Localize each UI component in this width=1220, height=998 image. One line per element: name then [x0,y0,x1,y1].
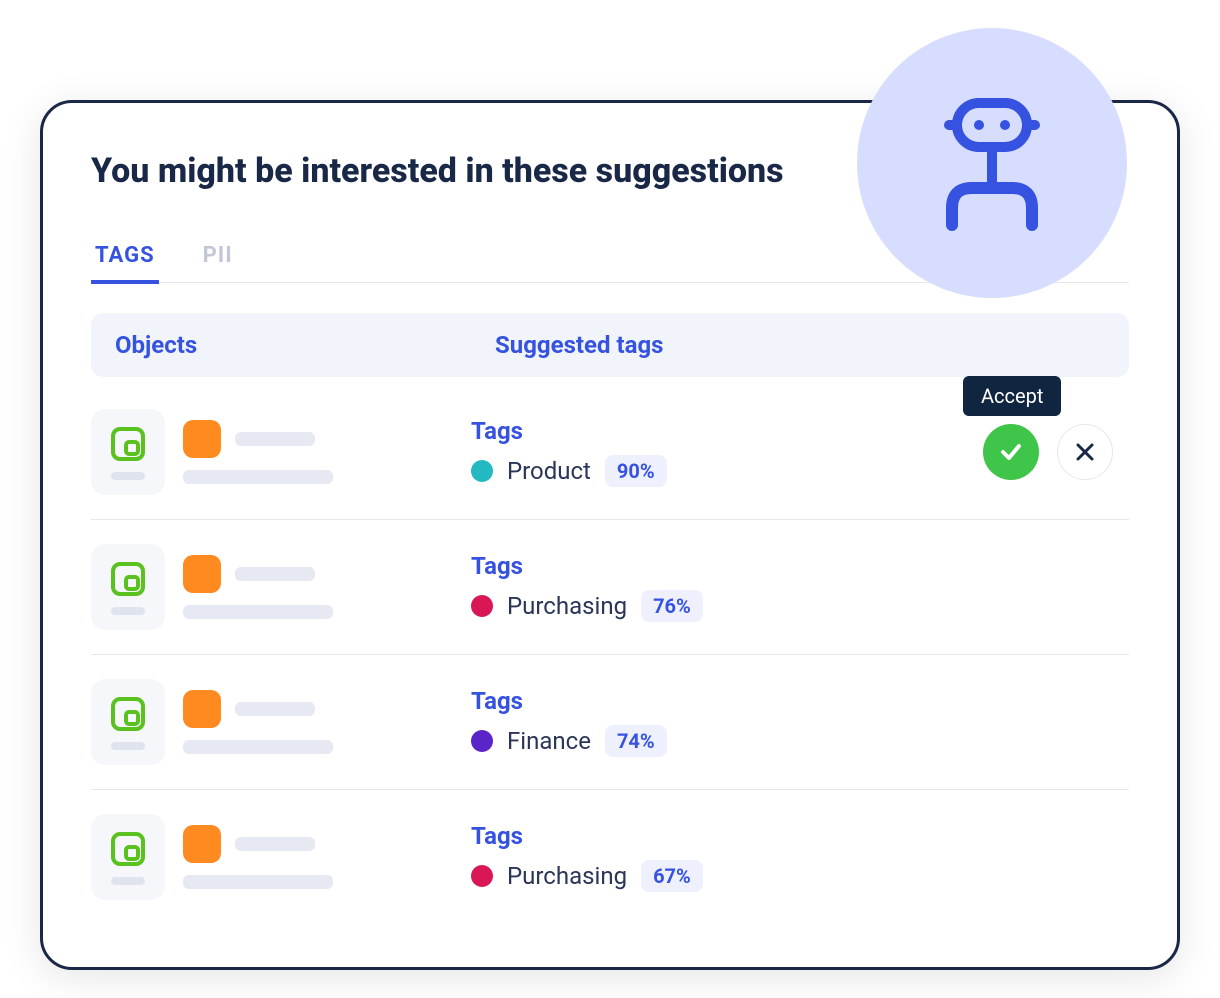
suggestions-card: You might be interested in these suggest… [40,100,1180,970]
tag-percent: 90% [605,455,667,487]
tags-label: Tags [471,687,1129,715]
placeholder-text [235,567,315,581]
placeholder-text [183,470,333,484]
placeholder-text [183,605,333,619]
object-cell [91,679,471,765]
object-cell [91,409,471,495]
object-meta [183,825,333,889]
object-color-square [183,420,221,458]
tag-name: Product [507,457,591,485]
object-color-square [183,825,221,863]
table-row: TagsProduct90%Accept [91,385,1129,520]
object-cell [91,814,471,900]
object-meta [183,555,333,619]
object-color-square [183,690,221,728]
placeholder-text [235,702,315,716]
tab-tags[interactable]: TAGS [91,231,159,284]
tag-dot [471,595,493,617]
close-icon [1074,441,1096,463]
tags-label: Tags [471,822,1129,850]
tag-percent: 74% [605,725,667,757]
robot-badge [857,28,1127,298]
tag-name: Purchasing [507,862,627,890]
tag-dot [471,865,493,887]
table-row: Tags Purchasing 67% [91,790,1129,924]
object-type-icon [91,544,165,630]
tags-cell: Tags Purchasing 67% [471,822,1129,892]
accept-button[interactable]: Accept [983,424,1039,480]
robot-icon [927,93,1057,233]
row-actions: Accept [983,424,1113,480]
placeholder-text [235,837,315,851]
object-color-square [183,555,221,593]
th-objects: Objects [115,331,495,359]
object-type-icon [91,409,165,495]
table-row: Tags Finance 74% [91,655,1129,790]
accept-tooltip: Accept [963,376,1061,416]
check-icon [997,438,1025,466]
object-type-icon [91,679,165,765]
placeholder-text [235,432,315,446]
reject-button[interactable] [1057,424,1113,480]
object-meta [183,690,333,754]
tag-percent: 67% [641,860,703,892]
placeholder-text [183,875,333,889]
rows-container: TagsProduct90%AcceptTagsPurchasing76%Tag… [91,385,1129,924]
tag-name: Finance [507,727,591,755]
tag-percent: 76% [641,590,703,622]
object-type-icon [91,814,165,900]
tag-name: Purchasing [507,592,627,620]
tab-pii[interactable]: PII [199,231,237,284]
tag-row: Finance 74% [471,725,1129,757]
object-meta [183,420,333,484]
object-cell [91,544,471,630]
placeholder-text [183,740,333,754]
tags-cell: Tags Purchasing 76% [471,552,1129,622]
table-header: Objects Suggested tags [91,313,1129,377]
tag-dot [471,730,493,752]
tag-dot [471,460,493,482]
table-row: Tags Purchasing 76% [91,520,1129,655]
tags-cell: Tags Finance 74% [471,687,1129,757]
tag-row: Purchasing 76% [471,590,1129,622]
th-suggested-tags: Suggested tags [495,331,1105,359]
tags-label: Tags [471,552,1129,580]
tag-row: Purchasing 67% [471,860,1129,892]
